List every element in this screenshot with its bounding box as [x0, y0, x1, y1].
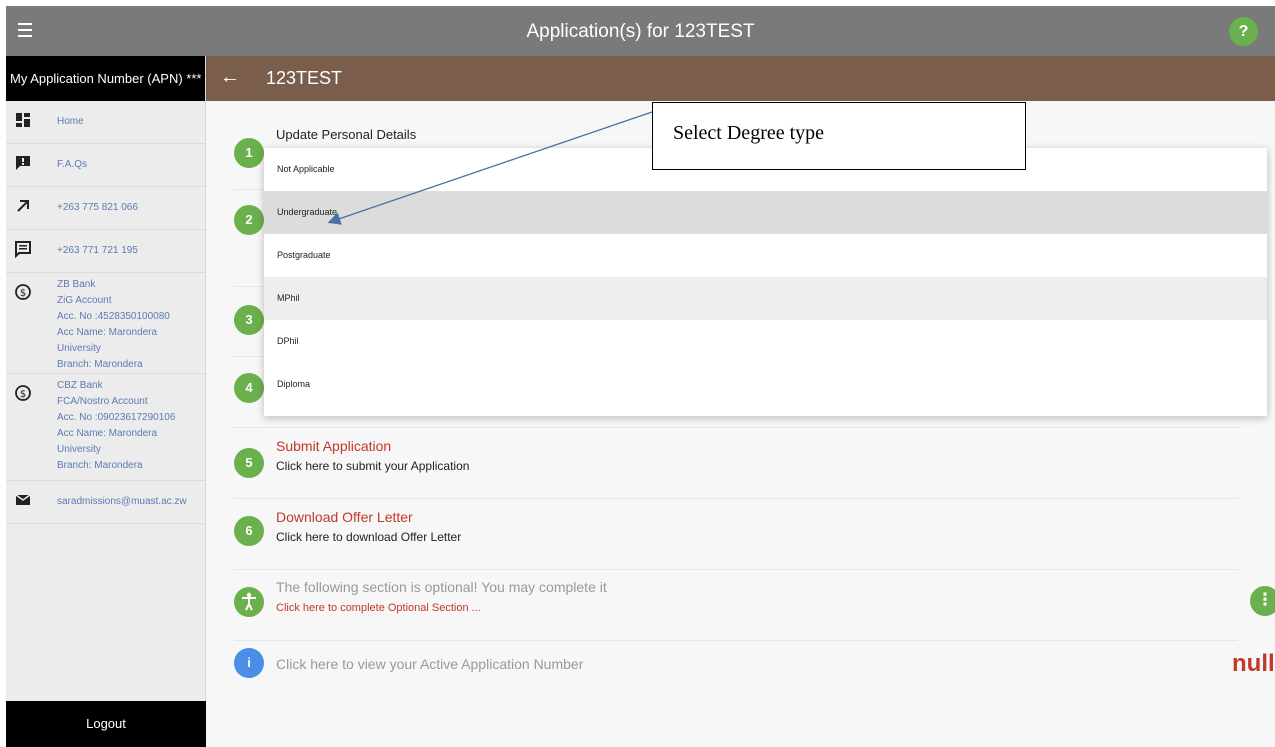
svg-text:$: $	[20, 288, 26, 299]
degree-option-undergraduate[interactable]: Undergraduate	[264, 191, 1267, 234]
step-number: 3	[234, 305, 264, 335]
arrow-outward-icon	[17, 200, 29, 212]
dashboard-icon	[16, 113, 30, 127]
degree-option-mphil[interactable]: MPhil	[264, 277, 1267, 320]
sidebar-item-cbz-bank[interactable]: $ CBZ Bank FCA/Nostro Account Acc. No :0…	[6, 374, 205, 481]
sub-header: ← 123TEST	[206, 56, 1275, 101]
zb-bank-details: ZB Bank ZiG Account Acc. No :45283501000…	[57, 273, 205, 379]
step-number: 4	[234, 373, 264, 403]
step-subtitle: Click here to download Offer Letter	[276, 530, 462, 544]
top-app-bar: Application(s) for 123TEST ?	[6, 6, 1275, 56]
svg-text:$: $	[20, 389, 26, 400]
more-options-icon[interactable]: ⋮	[1250, 586, 1275, 616]
applicant-code: 123TEST	[266, 68, 343, 88]
annotation-callout: Select Degree type	[652, 102, 1026, 170]
sidebar-item-phone-1[interactable]: +263 775 821 066	[6, 187, 205, 230]
logout-button[interactable]: Logout	[6, 701, 206, 747]
step-number: 1	[234, 138, 264, 168]
step-5-submit-application[interactable]: 5 Submit Application Click here to submi…	[234, 428, 1238, 499]
bank-line: Acc Name: Marondera	[57, 428, 158, 439]
sidebar-item-email[interactable]: saradmissions@muast.ac.zw	[6, 481, 205, 524]
page-title: Application(s) for 123TEST	[526, 21, 755, 42]
sidebar-item-label: Home	[57, 116, 84, 127]
sidebar-item-phone-2[interactable]: +263 771 721 195	[6, 230, 205, 273]
sidebar-item-label: +263 771 721 195	[57, 245, 138, 256]
info-icon: i	[234, 648, 264, 678]
step-title: Update Personal Details	[276, 127, 417, 142]
active-application-number[interactable]: i Click here to view your Active Applica…	[234, 641, 1275, 699]
step-number: 2	[234, 205, 264, 235]
bank-line: Branch: Marondera	[57, 359, 143, 370]
message-icon	[15, 241, 31, 258]
sidebar-item-home[interactable]: Home	[6, 101, 205, 144]
sidebar: My Application Number (APN) *** Home F.A…	[6, 56, 206, 747]
help-icon[interactable]: ?	[1229, 17, 1258, 46]
degree-option-postgraduate[interactable]: Postgraduate	[264, 234, 1267, 277]
sidebar-item-zb-bank[interactable]: $ ZB Bank ZiG Account Acc. No :452835010…	[6, 273, 205, 374]
bank-line: University	[57, 343, 101, 354]
bank-line: Acc. No :4528350100080	[57, 311, 170, 322]
bank-line: University	[57, 444, 101, 455]
currency-exchange-icon: $	[15, 385, 31, 401]
degree-option-dphil[interactable]: DPhil	[264, 320, 1267, 363]
step-6-download-offer-letter[interactable]: 6 Download Offer Letter Click here to do…	[234, 499, 1238, 570]
step-number: 5	[234, 448, 264, 478]
mail-icon	[15, 494, 31, 505]
bank-line: Acc Name: Marondera	[57, 327, 158, 338]
optional-link[interactable]: Click here to complete Optional Section …	[276, 602, 481, 614]
optional-section[interactable]: The following section is optional! You m…	[234, 570, 1275, 641]
bank-line: Branch: Marondera	[57, 460, 143, 471]
degree-type-dropdown: Not Applicable Undergraduate Postgraduat…	[264, 148, 1267, 416]
degree-option-diploma[interactable]: Diploma	[264, 363, 1267, 406]
sidebar-item-faqs[interactable]: F.A.Qs	[6, 144, 205, 187]
optional-text: The following section is optional! You m…	[276, 579, 607, 595]
step-title: Submit Application	[276, 438, 392, 454]
bank-line: ZB Bank	[57, 279, 96, 290]
currency-exchange-icon: $	[15, 284, 31, 300]
step-subtitle: Click here to submit your Application	[276, 459, 470, 473]
active-apn-text: Click here to view your Active Applicati…	[276, 656, 584, 672]
step-title: Download Offer Letter	[276, 509, 413, 525]
apn-value: null	[1232, 650, 1275, 677]
bank-line: CBZ Bank	[57, 380, 103, 391]
cbz-bank-details: CBZ Bank FCA/Nostro Account Acc. No :090…	[57, 374, 205, 480]
accessibility-icon	[234, 587, 264, 617]
sidebar-item-label: F.A.Qs	[57, 159, 88, 170]
step-number: 6	[234, 516, 264, 546]
bank-line: FCA/Nostro Account	[57, 396, 148, 407]
apn-label: My Application Number (APN) ***	[6, 56, 205, 101]
sidebar-item-label: +263 775 821 066	[57, 202, 138, 213]
bank-line: ZiG Account	[57, 295, 112, 306]
sidebar-item-label: saradmissions@muast.ac.zw	[57, 496, 187, 507]
bank-line: Acc. No :09023617290106	[57, 412, 176, 423]
faq-icon	[16, 156, 30, 170]
back-arrow-icon[interactable]: ←	[220, 66, 240, 89]
